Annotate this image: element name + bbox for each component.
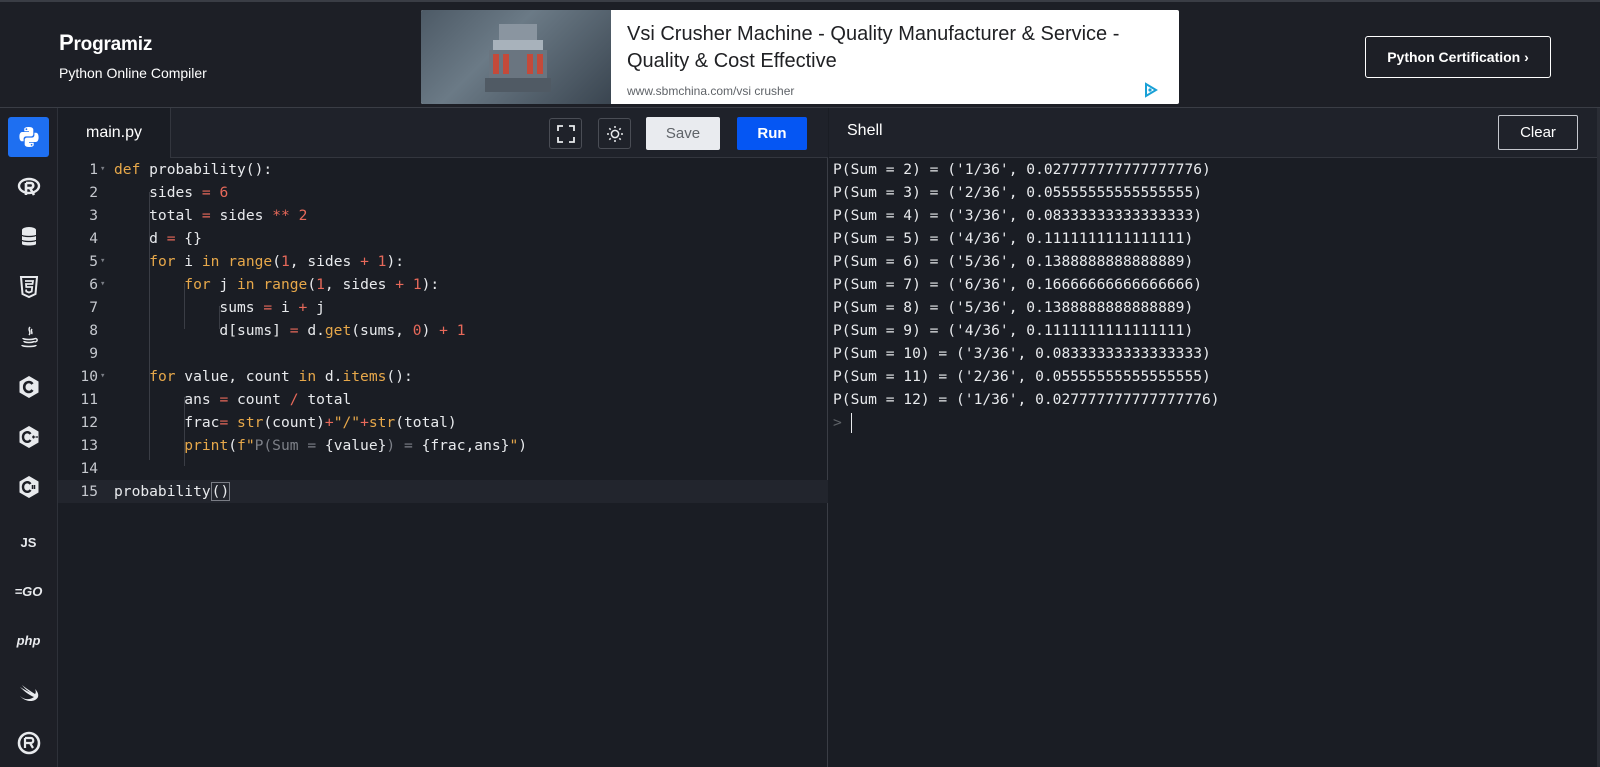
code-line: 7 sums = i + j (89, 299, 325, 316)
language-sidebar: JS =GO php (0, 108, 58, 767)
code-line: 12 frac= str(count)+"/"+str(total) (80, 414, 457, 431)
editor-toolbar: main.py Save Run (58, 108, 828, 158)
html5-icon (19, 276, 38, 299)
text-cursor (850, 412, 852, 433)
sidebar-item-go[interactable]: =GO (8, 571, 49, 611)
output-line: P(Sum = 7) = ('6/36', 0.1666666666666666… (833, 276, 1203, 293)
shell-prompt[interactable]: > (833, 411, 1593, 434)
code-line: 2 sides = 6 (89, 184, 229, 201)
python-icon (18, 127, 39, 147)
code-line: 3 total = sides ** 2 (89, 207, 308, 224)
code-line: 14 (80, 460, 98, 477)
output-line: P(Sum = 5) = ('4/36', 0.1111111111111111… (833, 230, 1194, 247)
shell-toolbar: Shell Clear (829, 108, 1600, 158)
output-line: P(Sum = 3) = ('2/36', 0.0555555555555555… (833, 184, 1203, 201)
java-icon (20, 326, 38, 348)
output-line: P(Sum = 9) = ('4/36', 0.1111111111111111… (833, 322, 1194, 339)
code-line: 13 print(f"P(Sum = {value}) = {frac,ans}… (80, 437, 528, 454)
code-editor-panel: main.py Save Run 1 ▾ def probability(): 2 … (58, 108, 828, 767)
code-line: 9 (89, 345, 98, 362)
swift-icon (19, 685, 38, 702)
programiz-logo[interactable]: Programiz (59, 30, 152, 56)
crusher-machine-image (485, 24, 551, 92)
ad-title[interactable]: Vsi Crusher Machine - Quality Manufactur… (627, 21, 1167, 75)
sidebar-item-c[interactable] (8, 367, 49, 407)
ad-url[interactable]: www.sbmchina.com/vsi crusher (627, 84, 794, 98)
sidebar-item-php[interactable]: php (8, 620, 49, 660)
shell-panel: Shell Clear P(Sum = 2) = ('1/36', 0.0277… (829, 108, 1600, 767)
sidebar-item-rust[interactable] (8, 723, 49, 763)
sidebar-item-cpp[interactable] (8, 417, 49, 457)
code-line-active: 15 probability() (58, 480, 828, 503)
sidebar-item-csharp[interactable] (8, 467, 49, 507)
output-line: P(Sum = 12) = ('1/36', 0.027777777777777… (833, 391, 1220, 408)
save-button[interactable]: Save (646, 117, 720, 150)
code-line: 1 ▾ def probability(): (89, 161, 273, 178)
output-line: P(Sum = 4) = ('3/36', 0.0833333333333333… (833, 207, 1203, 224)
code-line: 11 ans = count / total (80, 391, 352, 408)
output-line: P(Sum = 8) = ('5/36', 0.1388888888888889… (833, 299, 1194, 316)
rust-icon (17, 731, 40, 755)
shell-output[interactable]: P(Sum = 2) = ('1/36', 0.0277777777777777… (833, 158, 1593, 434)
sidebar-item-java[interactable] (8, 317, 49, 357)
sidebar-item-r[interactable] (8, 167, 49, 207)
tab-main-py[interactable]: main.py (58, 108, 171, 158)
csharp-icon (19, 476, 38, 498)
output-line: P(Sum = 10) = ('3/36', 0.083333333333333… (833, 345, 1211, 362)
c-icon (19, 376, 38, 398)
sidebar-item-js[interactable]: JS (8, 522, 49, 562)
top-header: Programiz Python Online Compiler Vsi Cru… (0, 0, 1600, 108)
js-icon: JS (20, 534, 37, 550)
ad-image (421, 10, 611, 104)
ad-banner[interactable]: Vsi Crusher Machine - Quality Manufactur… (421, 10, 1179, 104)
run-button[interactable]: Run (737, 117, 807, 150)
code-line: 8 d[sums] = d.get(sums, 0) + 1 (89, 322, 466, 339)
sun-icon (606, 125, 623, 142)
sidebar-item-sql[interactable] (8, 217, 49, 257)
fullscreen-icon (556, 124, 575, 143)
code-line: 10 ▾ for value, count in d.items(): (80, 368, 413, 385)
go-icon: =GO (14, 583, 43, 599)
database-icon (20, 227, 37, 246)
sidebar-item-swift[interactable] (8, 673, 49, 713)
python-certification-button[interactable]: Python Certification › (1365, 36, 1551, 78)
output-line: P(Sum = 2) = ('1/36', 0.0277777777777777… (833, 161, 1211, 178)
cpp-icon (19, 426, 38, 448)
sidebar-item-python[interactable] (8, 117, 49, 157)
code-line: 4 d = {} (89, 230, 202, 247)
code-area[interactable]: 1 ▾ def probability(): 2 sides = 6 3 total… (58, 158, 828, 767)
ad-choices-icon[interactable] (1143, 82, 1159, 98)
fullscreen-button[interactable] (549, 118, 582, 149)
php-icon: php (16, 632, 41, 648)
r-icon (17, 177, 40, 196)
theme-toggle-button[interactable] (598, 118, 631, 149)
sidebar-item-html[interactable] (8, 267, 49, 307)
output-line: P(Sum = 11) = ('2/36', 0.055555555555555… (833, 368, 1211, 385)
clear-button[interactable]: Clear (1498, 115, 1578, 150)
shell-title: Shell (847, 122, 883, 139)
output-line: P(Sum = 6) = ('5/36', 0.1388888888888889… (833, 253, 1194, 270)
code-line: 5 ▾ for i in range(1, sides + 1): (89, 253, 405, 270)
page-subtitle: Python Online Compiler (59, 65, 207, 81)
code-line: 6 ▾ for j in range(1, sides + 1): (89, 276, 440, 293)
